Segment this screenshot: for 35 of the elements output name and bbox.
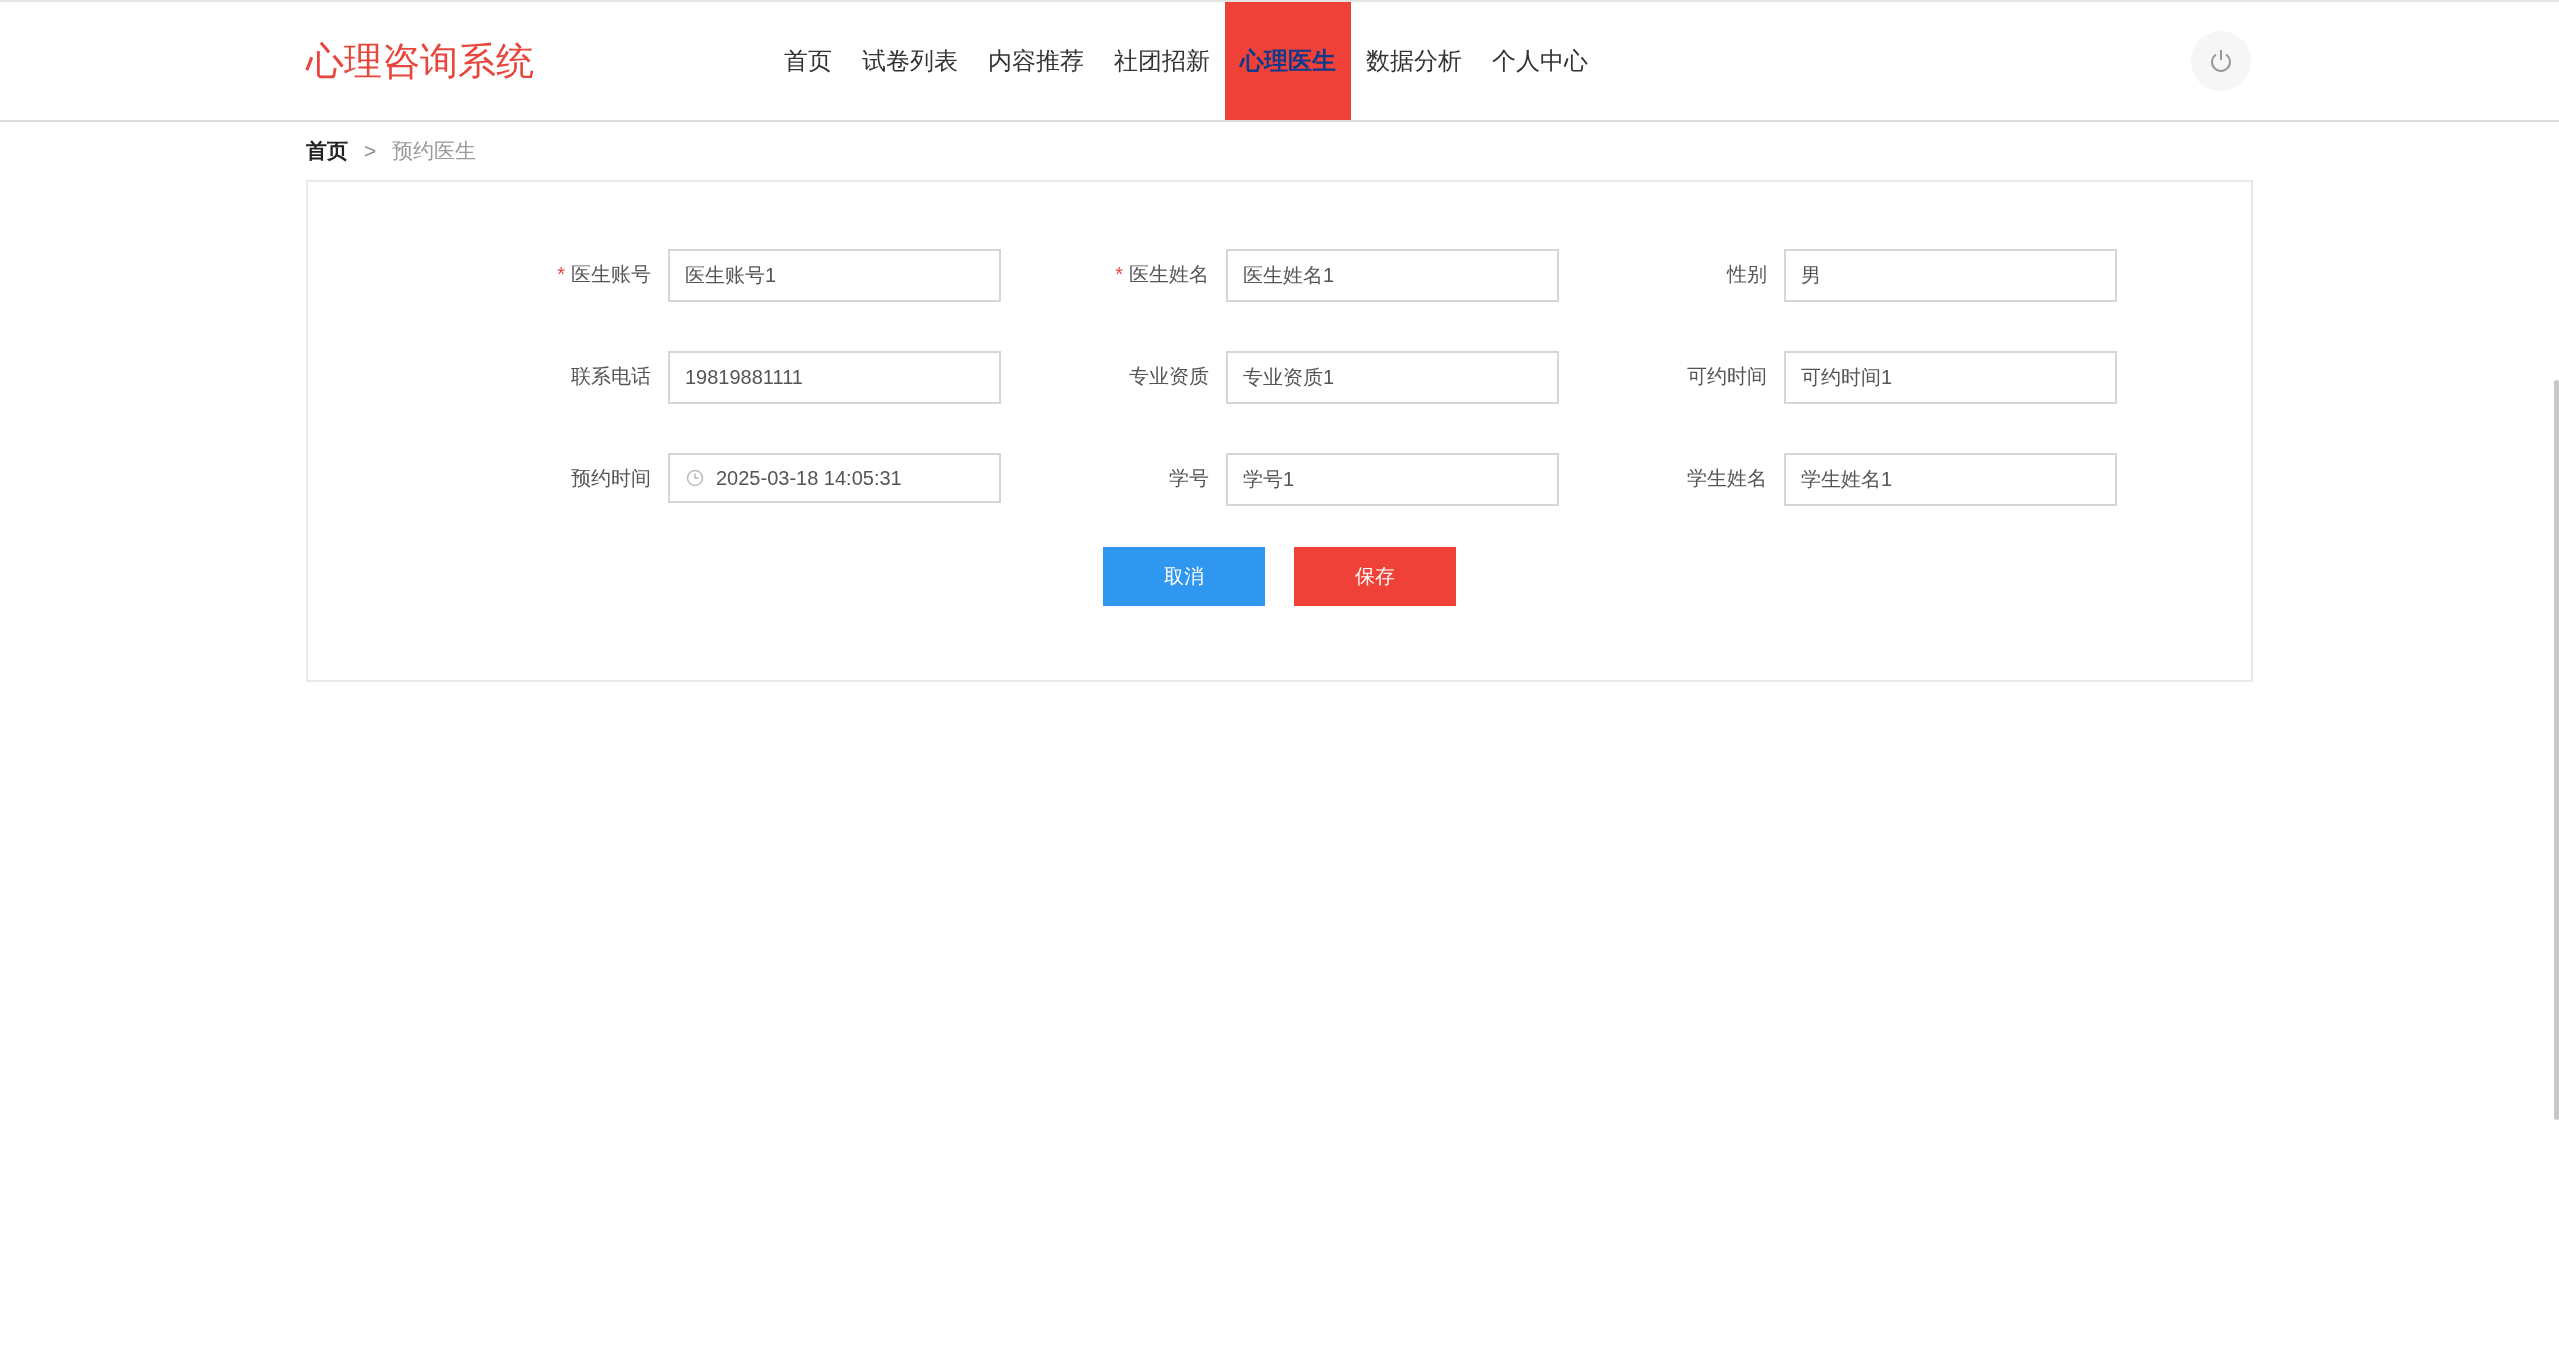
- nav-tab[interactable]: 首页: [769, 2, 847, 120]
- text-field[interactable]: 可约时间1: [1784, 351, 2117, 404]
- date-time-field[interactable]: 2025-03-18 14:05:31: [668, 453, 1001, 503]
- text-field[interactable]: 医生账号1: [668, 249, 1001, 302]
- breadcrumb-separator: >: [364, 139, 377, 163]
- required-mark: *: [1115, 263, 1123, 285]
- field-label: 医生账号: [571, 263, 651, 285]
- field-label: 学号: [1169, 467, 1209, 489]
- field-label: 预约时间: [571, 467, 651, 489]
- field-label: 联系电话: [571, 365, 651, 387]
- nav-tab[interactable]: 社团招新: [1099, 2, 1225, 120]
- required-mark: *: [557, 263, 565, 285]
- power-icon: [2209, 48, 2233, 74]
- field-label: 医生姓名: [1129, 263, 1209, 285]
- text-field[interactable]: 专业资质1: [1226, 351, 1559, 404]
- text-field[interactable]: 学生姓名1: [1784, 453, 2117, 506]
- text-field[interactable]: 男: [1784, 249, 2117, 302]
- field-label: 学生姓名: [1687, 467, 1767, 489]
- text-field[interactable]: 学号1: [1226, 453, 1559, 506]
- save-button[interactable]: 保存: [1294, 547, 1456, 606]
- field-label: 可约时间: [1687, 365, 1767, 387]
- breadcrumb-current: 预约医生: [392, 138, 477, 164]
- nav-tab[interactable]: 个人中心: [1477, 2, 1603, 120]
- text-field[interactable]: 医生姓名1: [1226, 249, 1559, 302]
- field-label: 性别: [1727, 263, 1767, 285]
- field-label: 专业资质: [1129, 365, 1209, 387]
- text-field[interactable]: 19819881111: [668, 351, 1001, 404]
- breadcrumb-home-link[interactable]: 首页: [306, 137, 348, 165]
- nav-tab[interactable]: 内容推荐: [973, 2, 1099, 120]
- date-time-input[interactable]: 2025-03-18 14:05:31: [716, 466, 976, 490]
- scrollbar-thumb[interactable]: [2554, 380, 2559, 1120]
- nav-tab[interactable]: 数据分析: [1351, 2, 1477, 120]
- clock-icon: [686, 469, 704, 487]
- nav-tab[interactable]: 试卷列表: [847, 2, 973, 120]
- site-logo: 心理咨询系统: [306, 38, 535, 84]
